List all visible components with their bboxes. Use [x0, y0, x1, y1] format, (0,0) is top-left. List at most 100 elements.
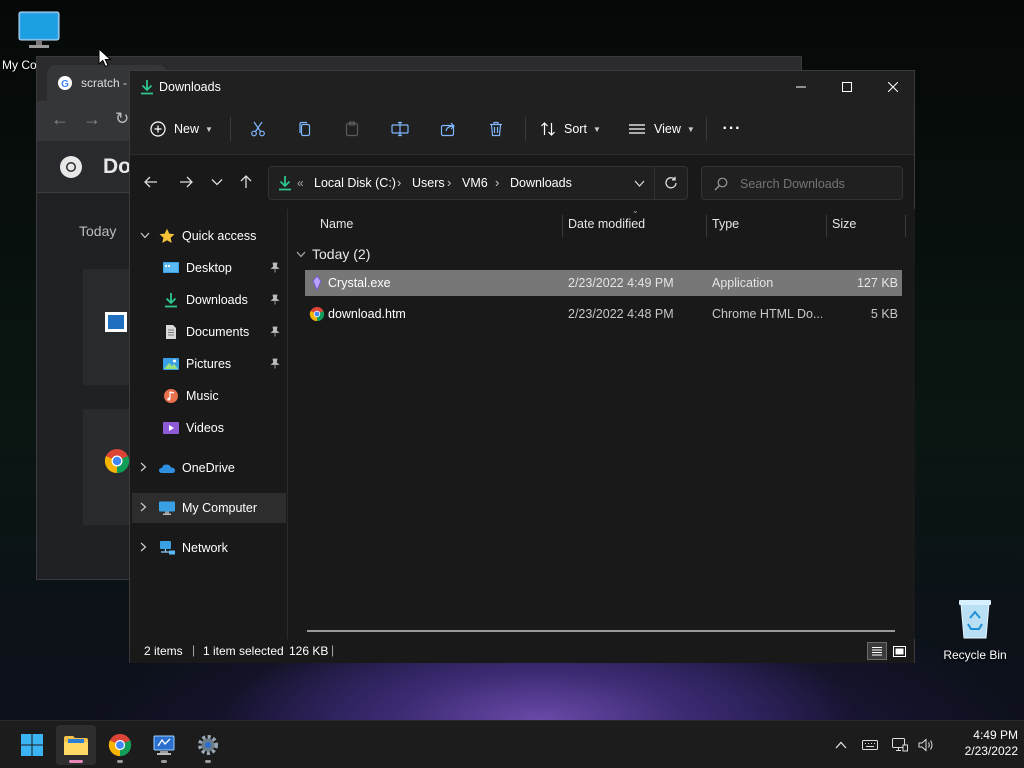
show-hidden-icons-button[interactable]	[830, 733, 852, 757]
nav-item-downloads[interactable]: Downloads	[130, 285, 286, 315]
keyboard-button[interactable]	[858, 733, 882, 757]
column-header-name[interactable]: Name	[320, 209, 560, 239]
breadcrumb-users[interactable]: Users	[412, 176, 445, 190]
chevron-right-icon[interactable]	[140, 502, 154, 515]
nav-network[interactable]: Network	[130, 533, 286, 563]
monitor-icon	[159, 501, 175, 515]
copy-button[interactable]	[289, 115, 321, 143]
group-header-today[interactable]: Today (2)	[296, 243, 370, 265]
column-divider[interactable]	[826, 215, 827, 237]
taskbar-file-explorer[interactable]	[56, 725, 96, 765]
pin-icon[interactable]	[270, 358, 280, 369]
nav-item-documents[interactable]: Documents	[130, 317, 286, 347]
new-button[interactable]: New ▼	[144, 115, 219, 143]
view-button[interactable]: View ▼	[622, 115, 701, 143]
breadcrumb-downloads[interactable]: Downloads	[510, 176, 572, 190]
cut-button[interactable]	[242, 115, 274, 143]
horizontal-scrollbar[interactable]	[307, 630, 895, 632]
network-status-button[interactable]	[888, 733, 912, 757]
file-row[interactable]: Crystal.exe 2/23/2022 4:49 PM Application 1…	[305, 270, 902, 296]
nav-quick-access[interactable]: Quick access	[130, 221, 286, 251]
recycle-bin-icon	[959, 600, 991, 639]
chevron-down-icon: ▼	[686, 124, 695, 134]
reload-icon[interactable]: ↻	[115, 109, 129, 129]
breadcrumb-local-disk[interactable]: Local Disk (C:)	[314, 176, 396, 190]
clock-time: 4:49 PM	[973, 728, 1018, 742]
more-dots-icon: ···	[722, 120, 742, 137]
breadcrumb-separator[interactable]: ›	[447, 175, 451, 190]
forward-button[interactable]	[173, 169, 199, 195]
scissors-icon	[251, 121, 265, 137]
maximize-icon	[842, 82, 852, 92]
column-divider[interactable]	[905, 215, 906, 237]
pin-icon[interactable]	[270, 262, 280, 273]
search-box[interactable]	[701, 166, 903, 200]
column-divider[interactable]	[562, 215, 563, 237]
file-row[interactable]: download.htm 2/23/2022 4:48 PM Chrome HTML…	[305, 301, 902, 327]
refresh-button[interactable]	[659, 171, 683, 195]
minimize-button[interactable]	[778, 71, 824, 103]
close-button[interactable]	[870, 71, 916, 103]
breadcrumb-separator[interactable]: ›	[495, 175, 499, 190]
file-type: Chrome HTML Do...	[712, 307, 822, 321]
rename-button[interactable]	[384, 115, 416, 143]
nav-item-videos[interactable]: Videos	[130, 413, 286, 443]
file-explorer-window[interactable]: Downloads New ▼ Sort ▼ View ▼ ··· « Loca…	[129, 70, 915, 663]
column-header-type[interactable]: Type	[712, 209, 824, 239]
pin-icon[interactable]	[270, 294, 280, 305]
nav-item-music[interactable]: Music	[130, 381, 286, 411]
search-icon	[714, 177, 728, 191]
navigation-pane: Quick access Desktop Downloads Documents…	[130, 209, 288, 639]
back-arrow-icon[interactable]: ←	[51, 109, 69, 130]
taskbar-settings[interactable]	[188, 725, 228, 765]
pin-icon[interactable]	[270, 326, 280, 337]
recent-locations-button[interactable]	[204, 169, 230, 195]
running-indicator	[161, 760, 167, 763]
forward-arrow-icon[interactable]: →	[83, 109, 101, 130]
file-list-pane[interactable]: Name ⌄ Date modified Type Size Today (2)…	[290, 206, 915, 639]
maximize-button[interactable]	[824, 71, 870, 103]
chrome-tab-title: scratch -	[81, 76, 128, 90]
file-thumbnail-icon	[105, 312, 127, 332]
desktop-icon-recycle-bin[interactable]: Recycle Bin	[938, 596, 1012, 662]
address-row: « Local Disk (C:) › Users › VM6 › Downlo…	[130, 155, 914, 209]
up-button[interactable]	[233, 169, 259, 195]
share-button[interactable]	[432, 115, 464, 143]
desktop-icon-label: Recycle Bin	[943, 648, 1007, 662]
clock[interactable]: 4:49 PM 2/23/2022	[942, 727, 1018, 759]
start-button[interactable]	[12, 725, 52, 765]
tiles-view-button[interactable]	[889, 642, 909, 660]
nav-item-desktop[interactable]: Desktop	[130, 253, 286, 283]
more-options-button[interactable]: ···	[716, 115, 748, 143]
paste-button[interactable]	[336, 115, 368, 143]
taskbar-chrome[interactable]	[100, 725, 140, 765]
column-divider[interactable]	[706, 215, 707, 237]
nav-my-computer[interactable]: My Computer	[132, 493, 286, 523]
details-view-button[interactable]	[867, 642, 887, 660]
column-header-size[interactable]: Size	[832, 209, 904, 239]
back-button[interactable]	[138, 169, 164, 195]
search-input[interactable]	[740, 175, 890, 193]
breadcrumb-vm6[interactable]: VM6	[462, 176, 488, 190]
column-header-date-modified[interactable]: ⌄ Date modified	[568, 206, 704, 239]
address-bar[interactable]: « Local Disk (C:) › Users › VM6 › Downlo…	[268, 166, 688, 200]
sort-button[interactable]: Sort ▼	[534, 115, 607, 143]
videos-icon	[163, 422, 179, 434]
chevron-down-icon[interactable]	[140, 231, 154, 242]
taskbar-remote-app[interactable]	[144, 725, 184, 765]
command-bar: New ▼ Sort ▼ View ▼ ···	[130, 103, 914, 155]
title-bar[interactable]: Downloads	[130, 71, 914, 103]
address-dropdown-button[interactable]	[627, 171, 651, 195]
chevron-right-icon[interactable]	[140, 542, 154, 555]
breadcrumb-separator[interactable]: ›	[397, 175, 401, 190]
chevron-right-icon[interactable]	[140, 462, 154, 475]
volume-button[interactable]	[914, 733, 938, 757]
chevron-down-icon: ▼	[205, 124, 213, 134]
nav-onedrive[interactable]: OneDrive	[130, 453, 286, 483]
nav-item-pictures[interactable]: Pictures	[130, 349, 286, 379]
path-overflow-icon[interactable]: «	[297, 176, 304, 190]
remote-desktop-icon	[153, 735, 175, 755]
monitor-icon	[18, 11, 60, 48]
delete-button[interactable]	[480, 115, 512, 143]
clock-date: 2/23/2022	[964, 744, 1018, 758]
